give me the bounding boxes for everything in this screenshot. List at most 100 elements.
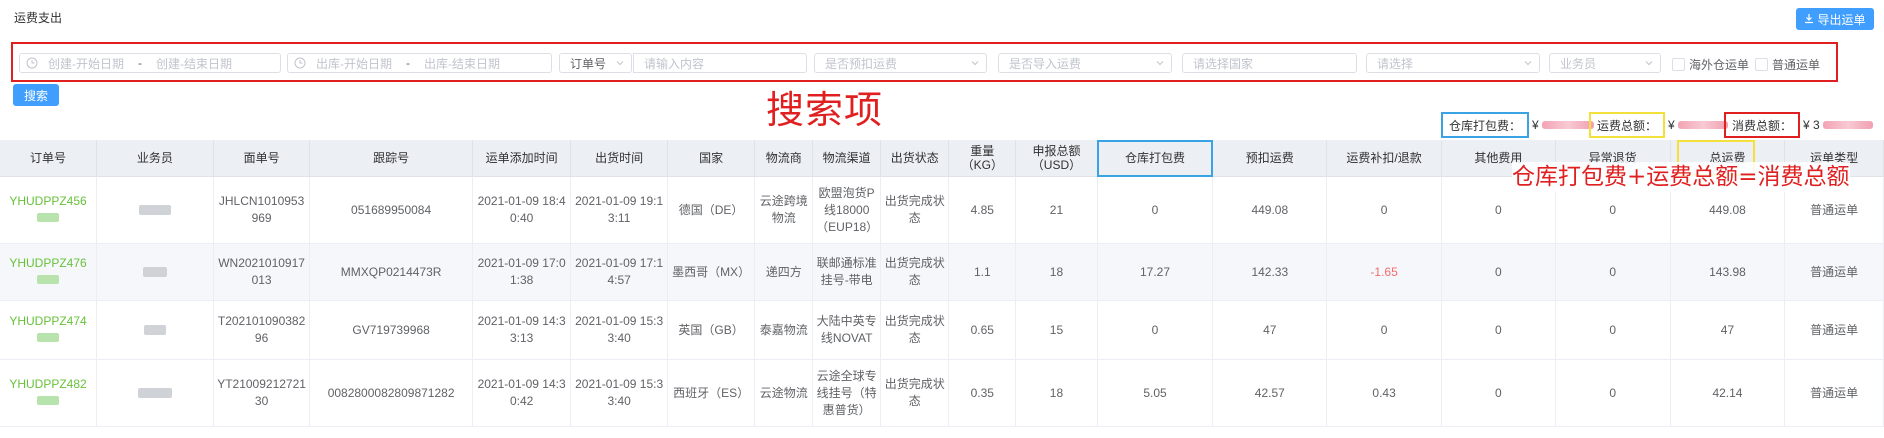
adjust-cell: 0 [1326, 300, 1442, 360]
pack-cell: 0 [1097, 300, 1214, 360]
other-cell: 0 [1441, 300, 1556, 360]
type-cell: 普通运单 [1784, 300, 1884, 360]
country-cell: 英国（GB） [667, 300, 756, 360]
consume-total-currency: ¥ 3 [1803, 118, 1820, 132]
total-cell: 47 [1670, 300, 1786, 360]
salesman-placeholder: 业务员 [1560, 56, 1597, 71]
shipped-cell: 2021-01-09 15:33:40 [570, 359, 668, 427]
weight-cell: 1.1 [948, 243, 1017, 301]
content-input[interactable]: 请输入内容 [633, 53, 807, 73]
header-channel: 物流渠道 [812, 140, 882, 177]
tracking-cell: 051689950084 [309, 176, 473, 244]
prepaid-cell: 42.57 [1212, 359, 1328, 427]
prepaid-select[interactable]: 是否预扣运费 [814, 53, 987, 73]
header-order: 订单号 [0, 140, 97, 177]
order-type-select[interactable]: 订单号 [559, 53, 632, 73]
out-end-date[interactable]: 出库-结束日期 [424, 55, 500, 72]
pack-cell: 0 [1097, 176, 1214, 244]
normal-checkbox[interactable]: 普通运单 [1755, 56, 1820, 73]
pack-cell: 17.27 [1097, 243, 1214, 301]
country-cell: 德国（DE） [667, 176, 756, 244]
carrier-cell: 云途物流 [754, 359, 814, 427]
total-cell: 42.14 [1670, 359, 1786, 427]
other-cell: 0 [1441, 243, 1556, 301]
chevron-down-icon [971, 61, 979, 66]
order-cell[interactable]: YHUDPPZ476 [0, 243, 97, 301]
tracking-cell: GV719739968 [309, 300, 473, 360]
country-select[interactable]: 请选择国家 [1182, 53, 1357, 73]
chevron-down-icon [1524, 61, 1532, 66]
consume-total-label: 消费总额： [1724, 112, 1801, 138]
order-link[interactable]: YHUDPPZ482 [3, 376, 93, 393]
face-cell: YT2100921272130 [213, 359, 311, 427]
page-title: 运费支出 [14, 11, 63, 25]
order-cell[interactable]: YHUDPPZ474 [0, 300, 97, 360]
header-status: 出货状态 [880, 140, 950, 177]
redacted-value [142, 267, 167, 278]
other-cell: 0 [1441, 359, 1556, 427]
out-date-range[interactable]: 出库-开始日期 - 出库-结束日期 [287, 53, 552, 73]
create-start-date[interactable]: 创建-开始日期 [48, 55, 124, 72]
overseas-checkbox[interactable]: 海外仓运单 [1672, 56, 1749, 73]
channel-cell: 云途全球专线挂号（特惠普货） [812, 359, 882, 427]
imported-select[interactable]: 是否导入运费 [998, 53, 1172, 73]
checkbox-box[interactable] [1755, 58, 1768, 71]
weight-cell: 4.85 [948, 176, 1017, 244]
weight-cell: 0.65 [948, 300, 1017, 360]
redacted-value [137, 388, 172, 399]
tracking-cell: MMXQP0214473R [309, 243, 473, 301]
salesman-select[interactable]: 业务员 [1549, 53, 1661, 73]
content-placeholder: 请输入内容 [644, 56, 705, 71]
status-cell: 出货完成状态 [880, 300, 950, 360]
header-pack-fee: 仓库打包费 [1097, 140, 1214, 177]
checkbox-box[interactable] [1672, 58, 1685, 71]
country-cell: 西班牙（ES） [667, 359, 756, 427]
shipped-cell: 2021-01-09 17:14:57 [570, 243, 668, 301]
generic-select[interactable]: 请选择 [1366, 53, 1540, 73]
chevron-down-icon [1156, 61, 1164, 66]
shipped-cell: 2021-01-09 19:13:11 [570, 176, 668, 244]
order-type-value: 订单号 [570, 56, 607, 71]
carrier-cell: 云途跨境物流 [754, 176, 814, 244]
status-cell: 出货完成状态 [880, 176, 950, 244]
header-added-time: 运单添加时间 [472, 140, 572, 177]
redacted-value [138, 205, 171, 216]
adjust-cell: 0.43 [1326, 359, 1442, 427]
order-cell[interactable]: YHUDPPZ482 [0, 359, 97, 427]
added-cell: 2021-01-09 14:33:13 [472, 300, 572, 360]
order-cell[interactable]: YHUDPPZ456 [0, 176, 97, 244]
redacted-value [37, 396, 59, 405]
added-cell: 2021-01-09 18:40:40 [472, 176, 572, 244]
create-date-range[interactable]: 创建-开始日期 - 创建-结束日期 [19, 53, 281, 73]
warehouse-fee-summary: 仓库打包费： ¥ [1441, 112, 1594, 138]
redacted-value [37, 275, 59, 284]
order-link[interactable]: YHUDPPZ456 [3, 193, 93, 210]
redacted-value [1822, 121, 1873, 129]
declared-cell: 15 [1015, 300, 1098, 360]
order-link[interactable]: YHUDPPZ476 [3, 255, 93, 272]
country-placeholder: 请选择国家 [1193, 56, 1254, 71]
export-waybill-button[interactable]: 导出运单 [1796, 8, 1874, 30]
search-button[interactable]: 搜索 [13, 84, 59, 106]
chevron-down-icon [1645, 61, 1653, 66]
redacted-value [37, 333, 59, 342]
table-row: YHUDPPZ474 T20210109038296 GV719739968 2… [0, 300, 1884, 360]
chevron-down-icon [616, 61, 624, 66]
create-end-date[interactable]: 创建-结束日期 [156, 55, 232, 72]
abnormal-cell: 0 [1555, 300, 1671, 360]
out-start-date[interactable]: 出库-开始日期 [316, 55, 392, 72]
header-weight: 重量（KG） [948, 140, 1017, 177]
consume-total-summary: 消费总额： ¥ 3 [1724, 112, 1873, 138]
face-cell: JHLCN1010953969 [213, 176, 311, 244]
status-cell: 出货完成状态 [880, 243, 950, 301]
order-link[interactable]: YHUDPPZ474 [3, 313, 93, 330]
header-shipped-time: 出货时间 [570, 140, 668, 177]
freight-total-label: 运费总额： [1589, 112, 1666, 138]
salesman-cell [96, 359, 214, 427]
carrier-cell: 递四方 [754, 243, 814, 301]
export-label: 导出运单 [1817, 12, 1866, 27]
channel-cell: 联邮通标准挂号-带电 [812, 243, 882, 301]
table-row: YHUDPPZ476 WN2021010917013 MMXQP0214473R… [0, 243, 1884, 301]
redacted-value [37, 213, 59, 222]
face-cell: WN2021010917013 [213, 243, 311, 301]
